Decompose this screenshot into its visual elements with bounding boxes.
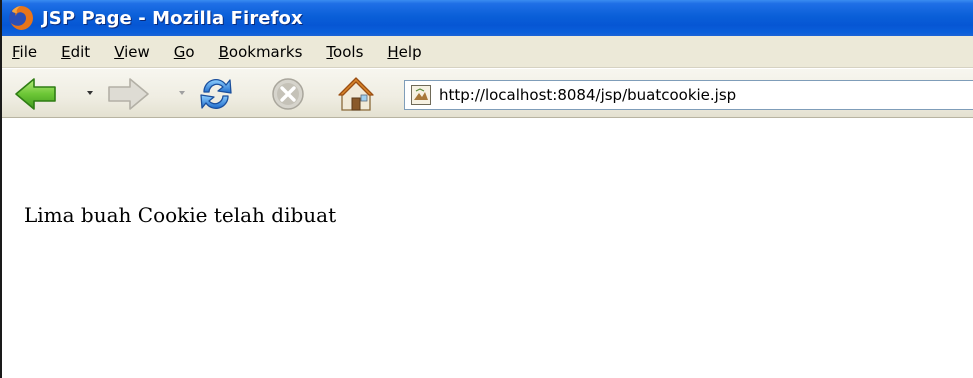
menu-tools[interactable]: Tools [314, 43, 375, 61]
page-message: Lima buah Cookie telah dibuat [24, 203, 337, 227]
home-button[interactable] [336, 69, 376, 119]
back-arrow-icon [15, 78, 56, 110]
stop-button[interactable] [270, 69, 306, 119]
firefox-icon [9, 6, 33, 30]
stop-icon [272, 78, 304, 110]
page-content: Lima buah Cookie telah dibuat [2, 119, 973, 378]
navigation-toolbar [2, 68, 973, 118]
forward-arrow-icon [108, 78, 149, 110]
back-button[interactable] [14, 69, 58, 119]
title-bar[interactable]: JSP Page - Mozilla Firefox [2, 0, 973, 36]
back-dropdown-icon[interactable] [87, 91, 93, 95]
page-icon [411, 85, 431, 105]
menu-go[interactable]: Go [162, 43, 207, 61]
menu-view[interactable]: View [102, 43, 162, 61]
home-icon [338, 77, 374, 111]
menu-bookmarks[interactable]: Bookmarks [207, 43, 315, 61]
menu-edit[interactable]: Edit [49, 43, 102, 61]
menu-file[interactable]: File [2, 43, 49, 61]
reload-button[interactable] [196, 69, 236, 119]
window-title: JSP Page - Mozilla Firefox [42, 7, 303, 29]
menu-help[interactable]: Help [375, 43, 433, 61]
menu-bar: File Edit View Go Bookmarks Tools Help [2, 36, 973, 68]
browser-window: JSP Page - Mozilla Firefox File Edit Vie… [0, 0, 973, 378]
url-input[interactable] [439, 83, 959, 107]
address-bar[interactable] [404, 80, 973, 110]
reload-icon [200, 78, 232, 110]
forward-button[interactable] [106, 69, 150, 119]
forward-dropdown-icon[interactable] [179, 91, 185, 95]
